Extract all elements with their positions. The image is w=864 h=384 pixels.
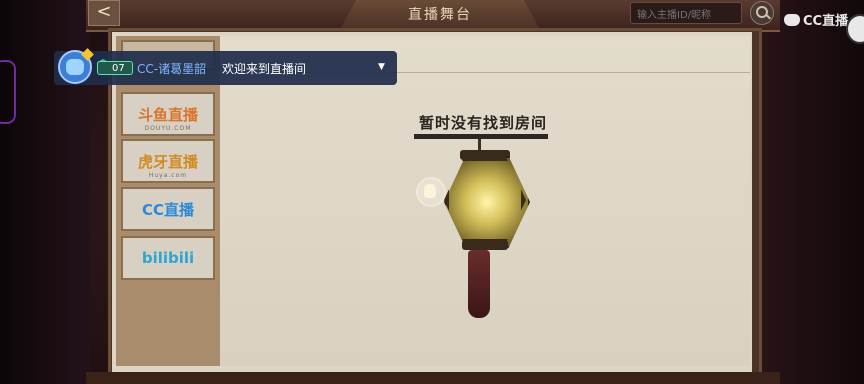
bottom-rim bbox=[86, 372, 780, 384]
lantern-tassel bbox=[468, 250, 490, 318]
chat-username: CC-诸葛墨韶 bbox=[137, 62, 207, 76]
cc-logo-icon bbox=[784, 14, 800, 26]
search-box[interactable] bbox=[630, 2, 742, 26]
chevron-down-icon[interactable]: ▼ bbox=[378, 62, 385, 72]
huya-domain: Huya.com bbox=[148, 172, 188, 179]
tab-douyu[interactable]: 斗鱼直播 DOUYU.COM bbox=[121, 92, 215, 136]
avatar-face-icon bbox=[66, 59, 84, 75]
tab-bilibili[interactable]: bilibili bbox=[121, 236, 215, 280]
right-backdrop bbox=[754, 0, 864, 384]
arrow-left-icon: < bbox=[96, 1, 112, 22]
cc-logo-label: CC直播 bbox=[141, 200, 195, 219]
back-button[interactable]: < bbox=[88, 0, 120, 26]
lantern-bottom-cap bbox=[462, 240, 508, 250]
page-title: 直播舞台 bbox=[408, 7, 472, 23]
chat-message: 欢迎来到直播间 bbox=[222, 62, 307, 76]
empty-state-message: 暂时没有找到房间 bbox=[418, 114, 547, 132]
tab-cc[interactable]: CC直播 bbox=[121, 187, 215, 231]
bilibili-logo-label: bilibili bbox=[141, 249, 195, 267]
search-icon[interactable] bbox=[750, 1, 774, 25]
douyu-domain: DOUYU.COM bbox=[144, 125, 192, 132]
tab-huya[interactable]: 虎牙直播 Huya.com bbox=[121, 139, 215, 183]
douyu-logo-label: 斗鱼直播 bbox=[137, 105, 198, 124]
left-glow-decoration bbox=[0, 60, 16, 124]
level-badge: 07 bbox=[97, 61, 133, 75]
sign-board-bar bbox=[414, 134, 548, 139]
cc-watermark: CC直播 bbox=[784, 10, 848, 29]
watermark-text: CC直播 bbox=[803, 14, 849, 29]
huya-logo-label: 虎牙直播 bbox=[137, 152, 198, 171]
hand-pointer-icon bbox=[424, 184, 436, 198]
search-input[interactable] bbox=[631, 5, 741, 26]
user-avatar[interactable] bbox=[58, 48, 94, 84]
